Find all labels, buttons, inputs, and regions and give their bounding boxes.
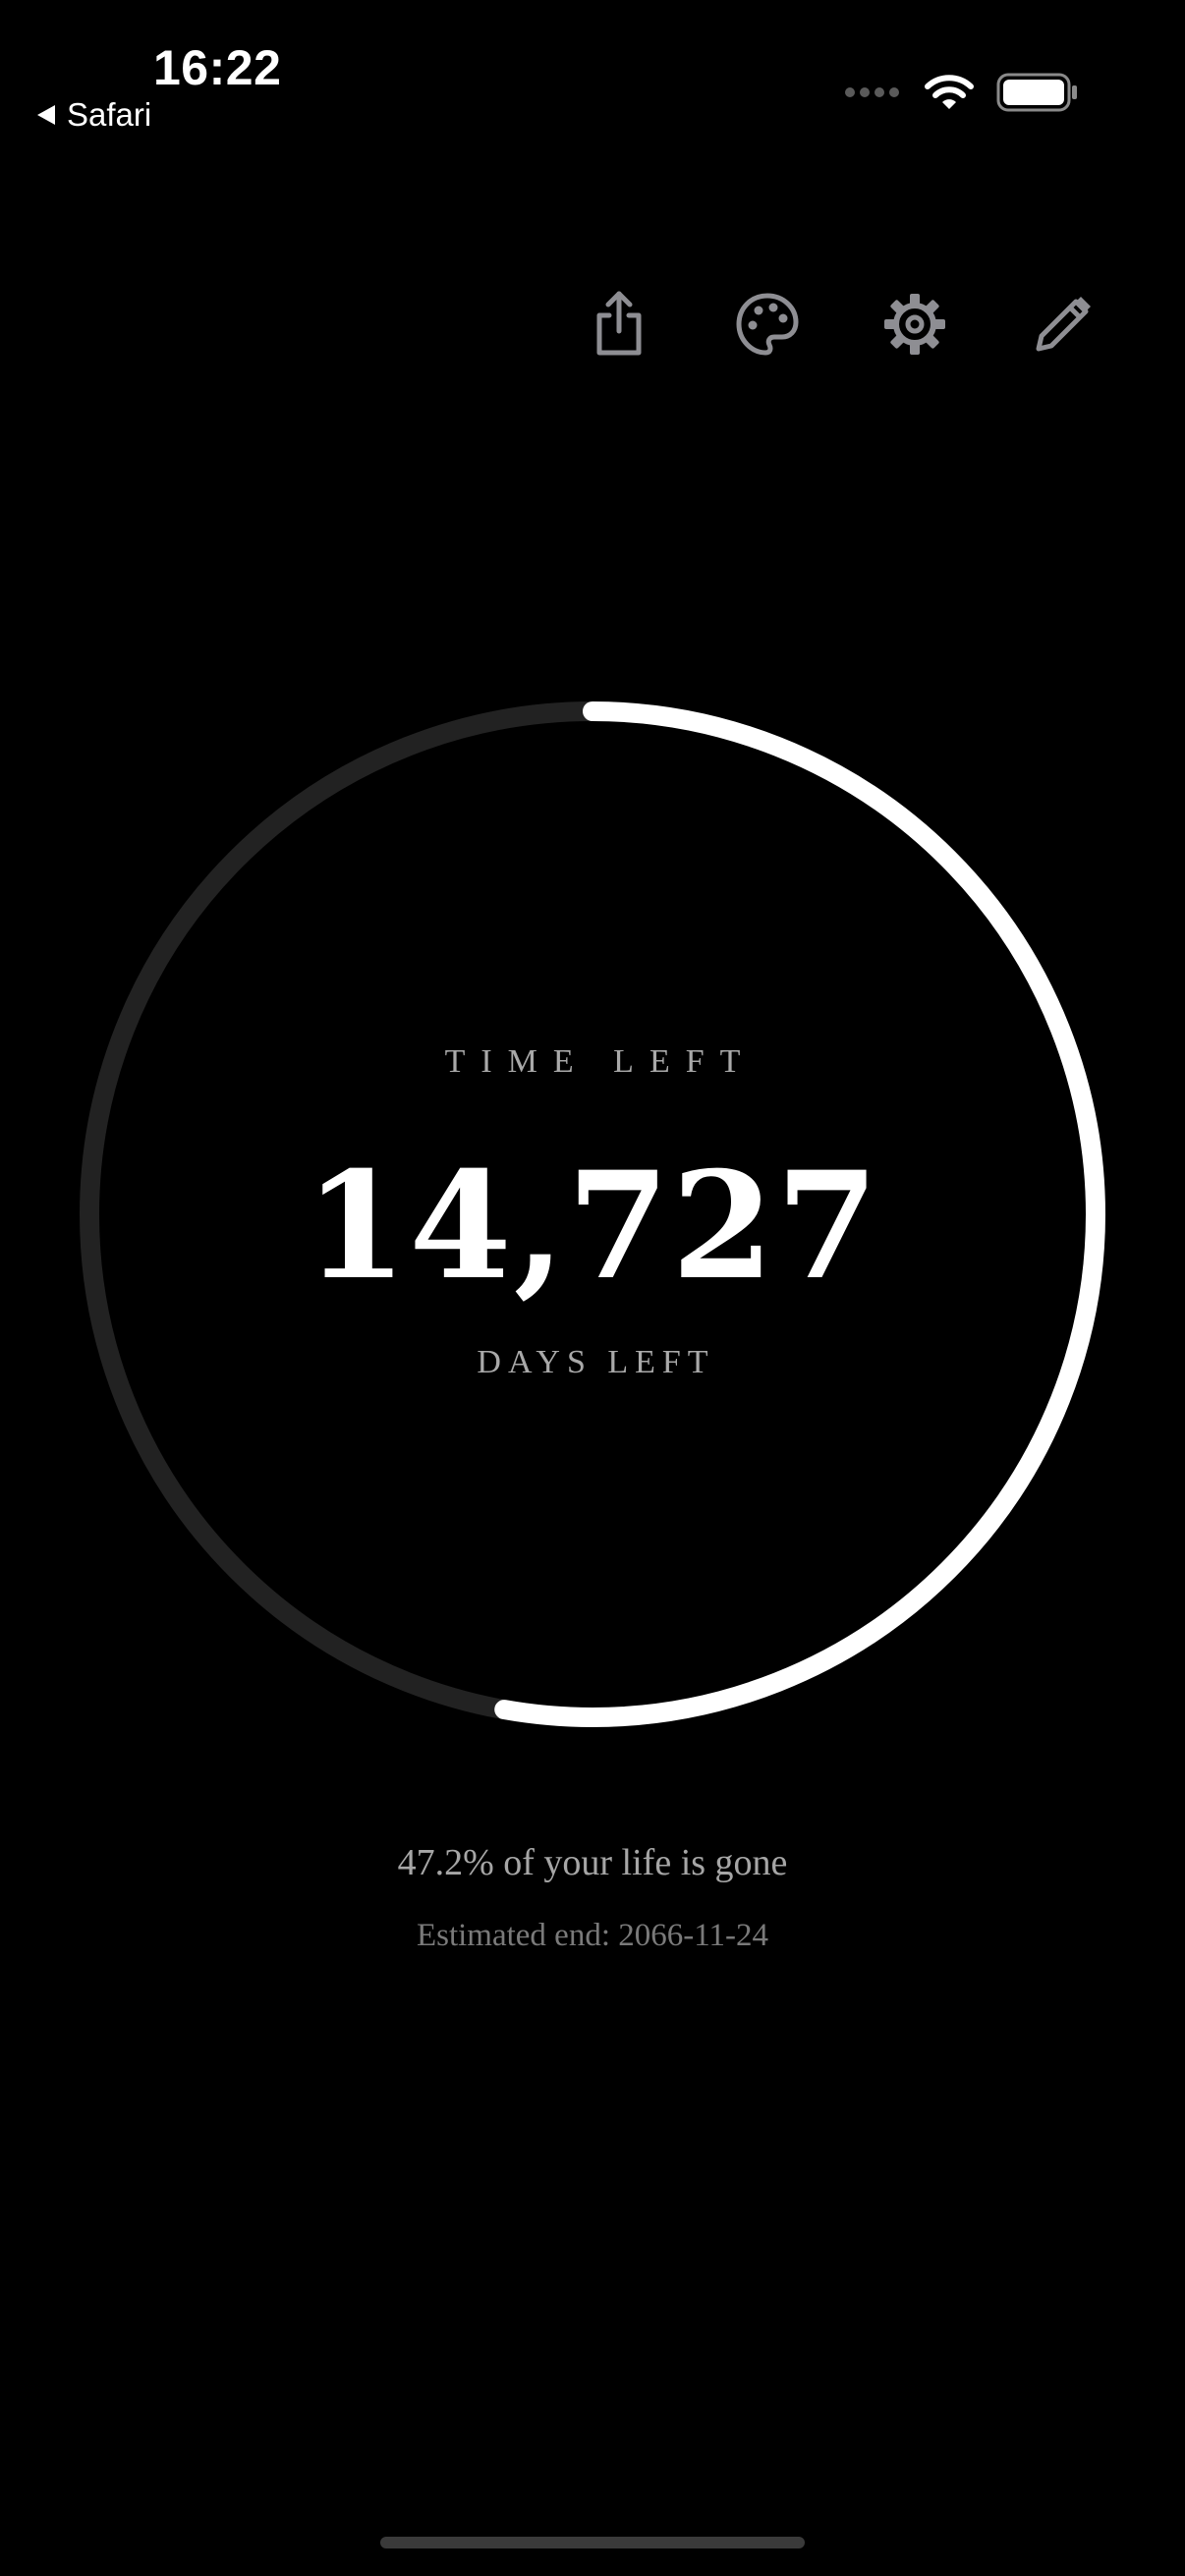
wifi-icon [924,73,975,112]
top-toolbar [580,285,1102,364]
edit-button[interactable] [1024,285,1102,364]
status-time: 16:22 [153,40,282,95]
back-label: Safari [67,96,152,133]
status-indicators [843,73,1079,112]
home-indicator [380,2537,805,2548]
settings-button[interactable] [875,285,954,364]
days-left-value: 14,727 [304,1140,881,1313]
battery-icon [996,73,1079,112]
ellipsis-dots-icon [843,85,902,99]
palette-icon [735,292,800,357]
back-triangle-icon [35,103,57,127]
estimated-end-date: Estimated end: 2066-11-24 [416,1918,769,1953]
time-left-label: TIME LEFT [444,1043,757,1080]
days-left-unit: DAYS LEFT [477,1344,715,1380]
back-to-safari-link[interactable]: Safari [35,96,151,134]
share-icon [590,290,649,359]
theme-button[interactable] [728,285,807,364]
life-percent-gone: 47.2% of your life is gone [397,1842,788,1883]
share-button[interactable] [580,285,658,364]
gear-icon [882,292,947,357]
pencil-icon [1033,294,1094,355]
